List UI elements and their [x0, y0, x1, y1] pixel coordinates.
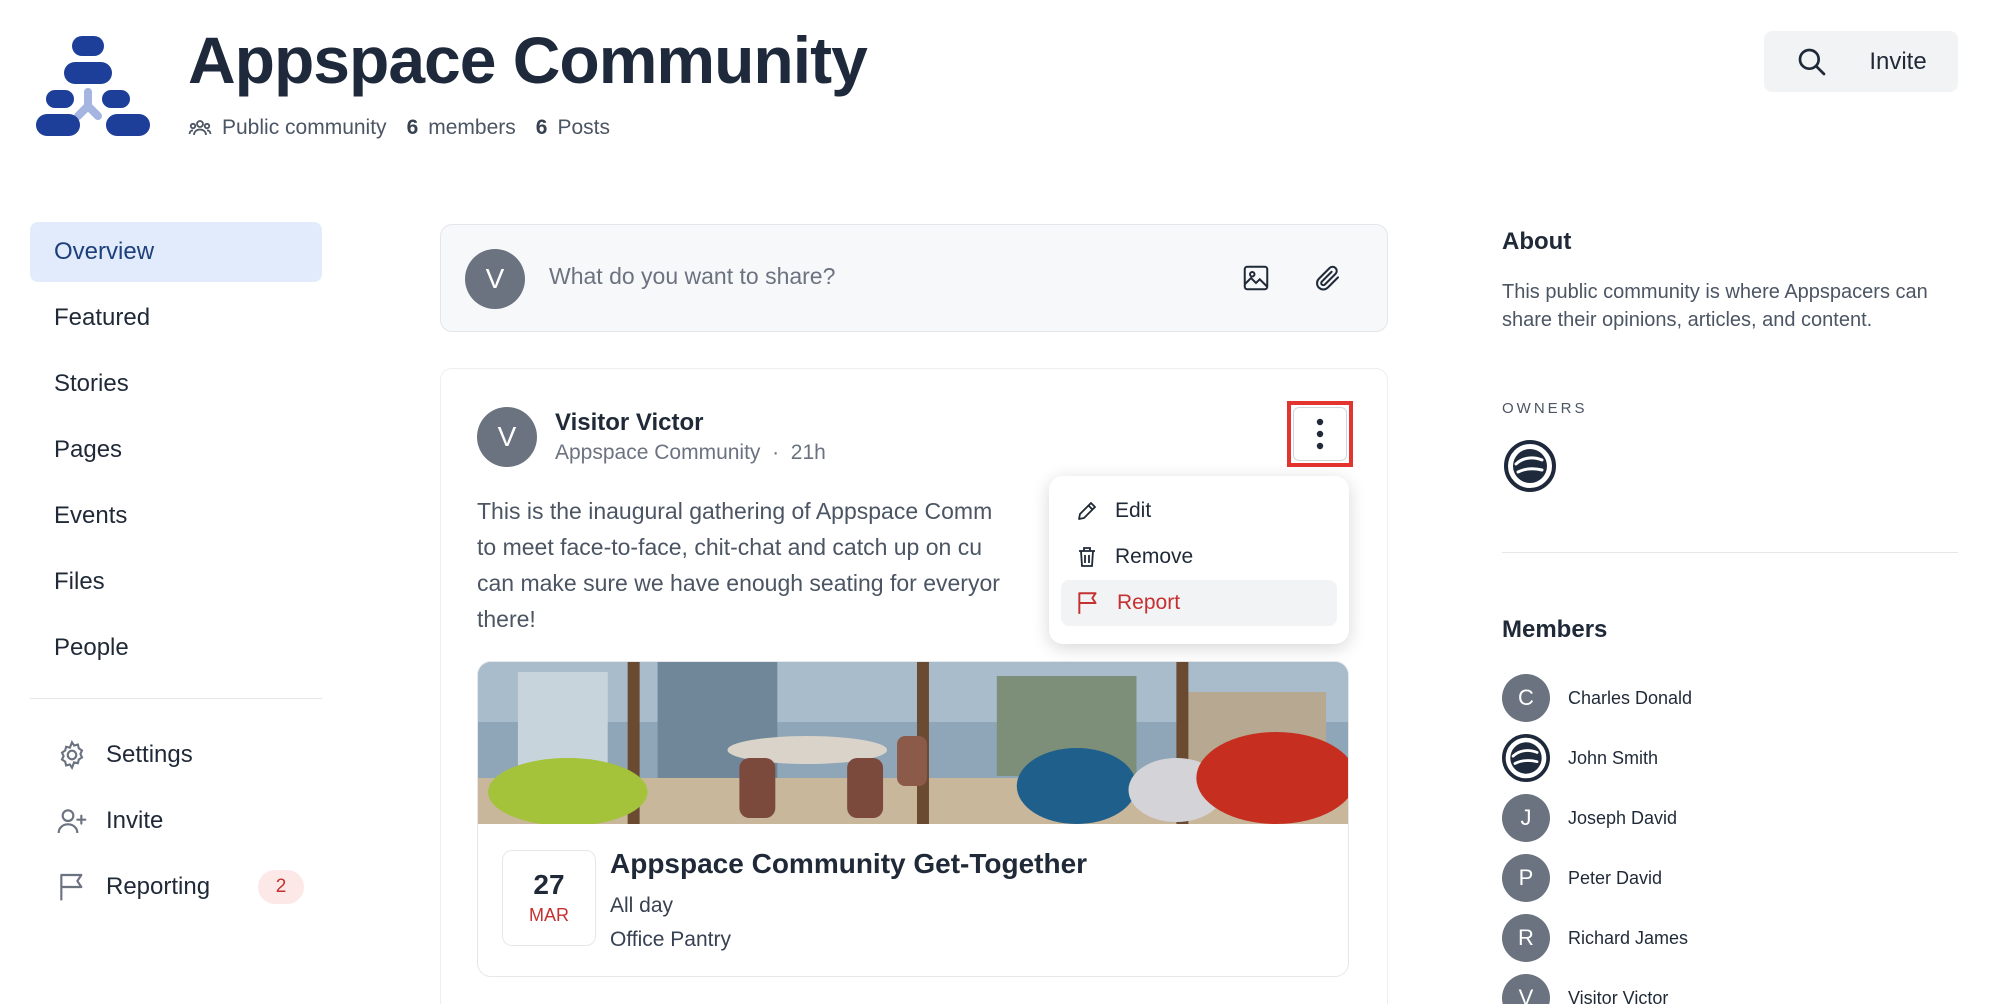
- event-time: All day: [610, 894, 674, 917]
- edit-label: Edit: [1115, 499, 1152, 522]
- member-item[interactable]: J Joseph David: [1502, 788, 1962, 848]
- add-user-icon: [57, 809, 87, 834]
- nav-item-settings[interactable]: Settings: [30, 724, 322, 786]
- flag-icon: [60, 873, 83, 901]
- about-heading: About: [1502, 228, 1572, 255]
- more-vertical-icon: [1316, 418, 1324, 450]
- invite-button[interactable]: Invite: [1838, 31, 1958, 92]
- members-list: C Charles Donald John Smith J Joseph Dav…: [1502, 668, 1962, 1004]
- member-item[interactable]: V Visitor Victor: [1502, 968, 1962, 1004]
- right-divider: [1502, 552, 1958, 553]
- member-item[interactable]: John Smith: [1502, 728, 1962, 788]
- nav-divider: [30, 698, 322, 699]
- owner-avatar[interactable]: [1504, 440, 1556, 492]
- sidebar-nav: Overview Featured Stories Pages Events F…: [30, 222, 322, 684]
- flag-icon: [1078, 592, 1097, 614]
- admin-nav: Settings Invite Reporting 2: [30, 724, 322, 922]
- member-item[interactable]: R Richard James: [1502, 908, 1962, 968]
- members-heading: Members: [1502, 616, 1608, 643]
- more-options[interactable]: [1293, 407, 1347, 461]
- attachment-icon[interactable]: [1313, 263, 1343, 293]
- invite-label: Invite: [106, 807, 164, 834]
- settings-label: Settings: [106, 741, 193, 768]
- reporting-label: Reporting: [106, 873, 211, 900]
- member-name: John Smith: [1568, 747, 1659, 768]
- post-options-button[interactable]: [1287, 401, 1353, 467]
- page-title: Appspace Community: [188, 23, 868, 97]
- nav-item-featured[interactable]: Featured: [30, 288, 322, 348]
- community-logo: [36, 36, 150, 136]
- nav-item-pages[interactable]: Pages: [30, 420, 322, 480]
- about-text: This public community is where Appspacer…: [1502, 281, 1928, 331]
- pencil-icon: [1078, 502, 1096, 520]
- nav-item-reporting[interactable]: Reporting 2: [30, 856, 322, 918]
- avatar: V: [465, 249, 525, 309]
- reporting-count-badge: 2: [258, 870, 305, 904]
- event-day: 27: [533, 869, 565, 900]
- post-options-menu: Edit Remove Report: [1049, 476, 1349, 644]
- menu-item-edit[interactable]: Edit: [1061, 488, 1337, 534]
- report-label: Report: [1117, 591, 1181, 614]
- member-item[interactable]: C Charles Donald: [1502, 668, 1962, 728]
- nav-item-stories[interactable]: Stories: [30, 354, 322, 414]
- nav-item-events[interactable]: Events: [30, 486, 322, 546]
- image-icon[interactable]: [1241, 263, 1271, 293]
- separator-dot: ·: [766, 441, 785, 464]
- nav-item-people[interactable]: People: [30, 618, 322, 678]
- nav-item-files[interactable]: Files: [30, 552, 322, 612]
- community-type: Public community: [222, 116, 387, 139]
- avatar: [1502, 734, 1550, 782]
- event-month: MAR: [529, 905, 569, 925]
- people-icon: [188, 120, 212, 136]
- member-name: Visitor Victor: [1568, 987, 1669, 1004]
- post-subtitle: Appspace Community · 21h: [555, 441, 826, 465]
- menu-item-report[interactable]: Report: [1061, 580, 1337, 626]
- post-composer[interactable]: V What do you want to share?: [440, 224, 1388, 332]
- avatar: C: [1502, 674, 1550, 722]
- avatar[interactable]: V: [477, 407, 537, 467]
- owners-heading: OWNERS: [1502, 400, 1588, 417]
- avatar: V: [1502, 974, 1550, 1004]
- search-icon: [1798, 48, 1826, 75]
- avatar: R: [1502, 914, 1550, 962]
- event-image: [478, 662, 1348, 824]
- member-item[interactable]: P Peter David: [1502, 848, 1962, 908]
- posts-count[interactable]: 6 Posts: [536, 116, 610, 140]
- event-date: 27 MAR: [502, 850, 596, 946]
- member-name: Peter David: [1568, 867, 1663, 888]
- member-name: Richard James: [1568, 927, 1689, 948]
- member-name: Charles Donald: [1568, 687, 1693, 708]
- post-author[interactable]: Visitor Victor: [555, 409, 704, 437]
- nav-item-invite[interactable]: Invite: [30, 790, 322, 852]
- event-location: Office Pantry: [610, 928, 731, 951]
- avatar: J: [1502, 794, 1550, 842]
- post-community[interactable]: Appspace Community: [555, 441, 760, 464]
- menu-item-remove[interactable]: Remove: [1061, 534, 1337, 580]
- avatar: P: [1502, 854, 1550, 902]
- event-title[interactable]: Appspace Community Get-Together: [610, 848, 1087, 880]
- event-card[interactable]: 27 MAR Appspace Community Get-Together A…: [477, 661, 1349, 977]
- gear-icon: [60, 740, 84, 770]
- post-time: 21h: [790, 441, 826, 464]
- trash-icon: [1079, 547, 1095, 567]
- members-count[interactable]: 6 members: [407, 116, 516, 140]
- composer-placeholder[interactable]: What do you want to share?: [549, 263, 835, 290]
- community-meta: Public community 6 members 6 Posts: [188, 116, 610, 140]
- member-name: Joseph David: [1568, 807, 1678, 828]
- nav-item-overview[interactable]: Overview: [30, 222, 322, 282]
- post-card: V Visitor Victor Appspace Community · 21…: [440, 368, 1388, 1004]
- remove-label: Remove: [1115, 545, 1194, 568]
